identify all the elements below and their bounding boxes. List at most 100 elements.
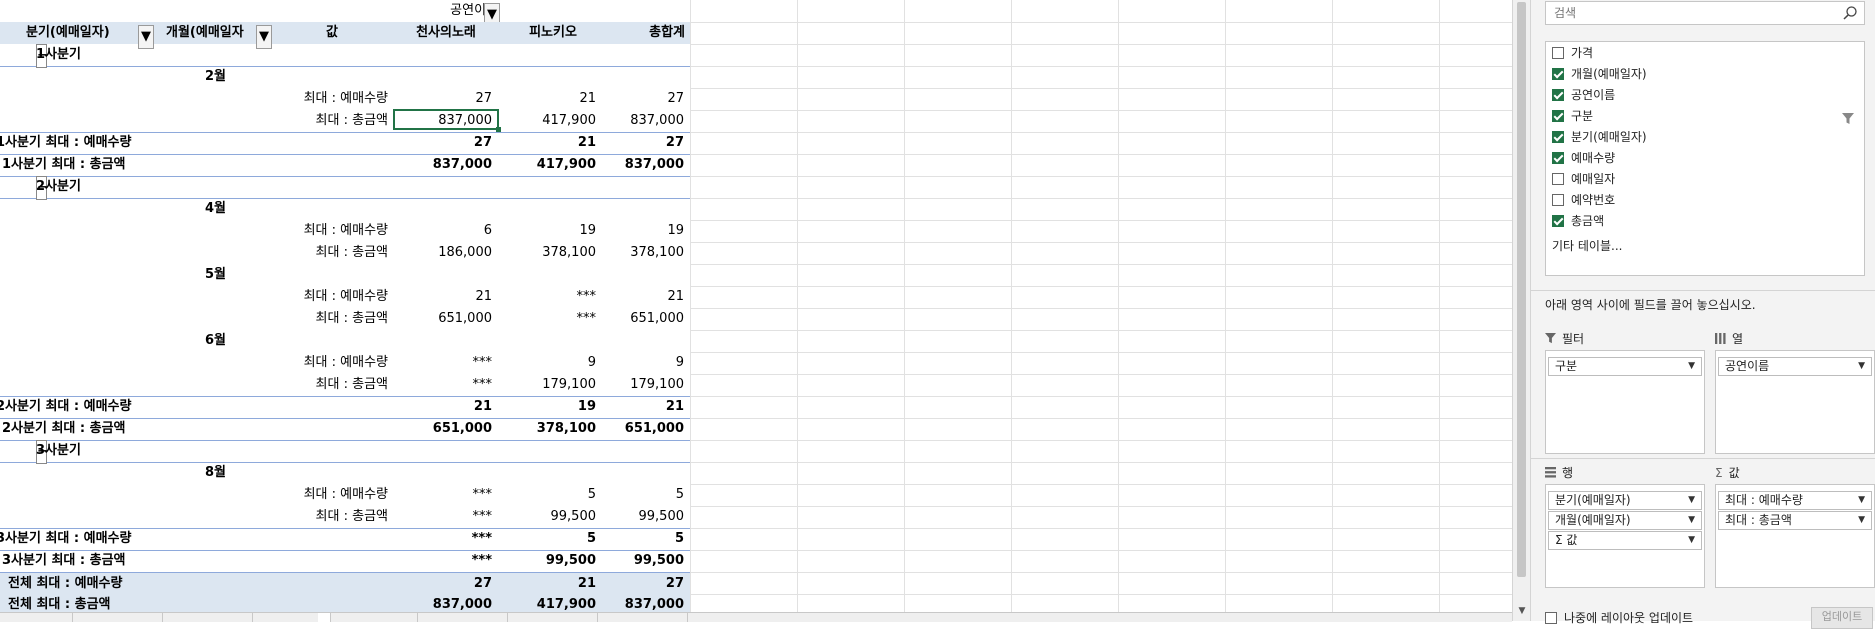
chevron-down-icon[interactable]: ▼: [1858, 492, 1865, 509]
cell-value[interactable]: 5: [502, 528, 596, 550]
month-label[interactable]: 4월: [205, 198, 226, 220]
chevron-down-icon[interactable]: ▼: [1688, 358, 1695, 375]
cell-value[interactable]: 19: [502, 220, 596, 242]
cell-value[interactable]: 27: [590, 132, 684, 154]
defer-layout-update[interactable]: 나중에 레이아웃 업데이트: [1545, 609, 1693, 626]
field-checkbox[interactable]: [1552, 88, 1564, 101]
cell-value[interactable]: 27: [590, 88, 684, 110]
scroll-down-arrow-icon[interactable]: ▼: [1513, 603, 1531, 619]
area-field-pill[interactable]: 분기(예매일자) ▼: [1548, 491, 1702, 510]
cell-value[interactable]: 99,500: [502, 506, 597, 528]
update-button[interactable]: 업데이트: [1811, 607, 1873, 629]
search-icon[interactable]: [1842, 5, 1858, 21]
cell-value[interactable]: 837,000: [398, 154, 492, 176]
chevron-down-icon[interactable]: ▼: [1688, 492, 1695, 509]
cell-value[interactable]: 99,500: [502, 550, 596, 572]
cell-value[interactable]: 9: [590, 352, 684, 374]
columns-area-drop-zone[interactable]: 공연이름 ▼: [1715, 350, 1875, 454]
cell-value[interactable]: 186,000: [398, 242, 492, 264]
chevron-down-icon[interactable]: ▼: [1858, 512, 1865, 529]
field-item[interactable]: 예약번호: [1552, 190, 1615, 210]
cell-value[interactable]: ***: [502, 286, 597, 308]
cell-value[interactable]: 99,500: [590, 506, 685, 528]
cell-value[interactable]: 21: [398, 396, 492, 418]
field-checkbox[interactable]: [1552, 130, 1564, 143]
active-cell-selection[interactable]: [393, 109, 499, 130]
filter-area-drop-zone[interactable]: 구분 ▼: [1545, 350, 1705, 454]
cell-value[interactable]: 21: [502, 88, 596, 110]
rows-area-drop-zone[interactable]: 분기(예매일자) ▼ 개월(예매일자) ▼ Σ 값 ▼: [1545, 484, 1705, 588]
month-label[interactable]: 8월: [205, 462, 226, 484]
cell-value[interactable]: ***: [398, 374, 493, 396]
chevron-down-icon[interactable]: ▼: [1688, 532, 1695, 549]
chevron-down-icon[interactable]: ▼: [1688, 512, 1695, 529]
cell-value[interactable]: 417,900: [502, 110, 596, 132]
field-item[interactable]: 예매일자: [1552, 169, 1615, 189]
month-label[interactable]: 5월: [205, 264, 226, 286]
field-checkbox[interactable]: [1552, 172, 1564, 185]
cell-value[interactable]: 21: [502, 573, 596, 595]
worksheet[interactable]: 공연이름 ▼ 분기(예매일자) ▼ 개월(예매일자 ▼ 값 천사의노래 피노키오…: [0, 0, 1512, 621]
area-field-pill[interactable]: 공연이름 ▼: [1718, 357, 1872, 376]
field-checkbox[interactable]: [1552, 46, 1564, 59]
fill-handle[interactable]: [496, 127, 501, 132]
month-label[interactable]: 2월: [205, 66, 226, 88]
cell-value[interactable]: ***: [398, 528, 492, 550]
defer-update-checkbox[interactable]: [1545, 611, 1557, 624]
cell-value[interactable]: ***: [398, 484, 493, 506]
cell-value[interactable]: 6: [398, 220, 492, 242]
cell-value[interactable]: 21: [590, 286, 684, 308]
area-field-pill[interactable]: 개월(예매일자) ▼: [1548, 511, 1702, 530]
month-label[interactable]: 6월: [205, 330, 226, 352]
values-area-drop-zone[interactable]: 최대 : 예매수량 ▼ 최대 : 총금액 ▼: [1715, 484, 1875, 588]
area-field-pill[interactable]: 최대 : 예매수량 ▼: [1718, 491, 1872, 510]
cell-value[interactable]: 651,000: [398, 308, 492, 330]
cell-value[interactable]: 99,500: [590, 550, 684, 572]
field-checkbox[interactable]: [1552, 214, 1564, 227]
field-checkbox[interactable]: [1552, 67, 1564, 80]
cell-value[interactable]: 19: [590, 220, 684, 242]
area-field-pill[interactable]: Σ 값 ▼: [1548, 531, 1702, 550]
more-tables-link[interactable]: 기타 테이블...: [1552, 237, 1622, 254]
area-field-pill[interactable]: 최대 : 총금액 ▼: [1718, 511, 1872, 530]
cell-value[interactable]: 9: [502, 352, 596, 374]
cell-value[interactable]: ***: [398, 506, 493, 528]
field-item[interactable]: 예매수량: [1552, 148, 1615, 168]
cell-value[interactable]: 19: [502, 396, 596, 418]
cell-value[interactable]: 21: [590, 396, 684, 418]
cell-value[interactable]: 378,100: [590, 242, 684, 264]
area-field-pill[interactable]: 구분 ▼: [1548, 357, 1702, 376]
field-item[interactable]: 총금액: [1552, 211, 1604, 231]
cell-value[interactable]: 837,000: [590, 154, 684, 176]
field-checkbox[interactable]: [1552, 151, 1564, 164]
cell-value[interactable]: 5: [590, 484, 684, 506]
cell-value[interactable]: 21: [398, 286, 492, 308]
cell-value[interactable]: 378,100: [502, 418, 596, 440]
cell-value[interactable]: 837,000: [590, 110, 684, 132]
cell-value[interactable]: 5: [502, 484, 596, 506]
cell-value[interactable]: 27: [398, 88, 492, 110]
field-search-box[interactable]: [1545, 1, 1865, 25]
cell-value[interactable]: 21: [502, 132, 596, 154]
cell-value[interactable]: 417,900: [502, 154, 596, 176]
vertical-scrollbar[interactable]: ▼: [1512, 0, 1531, 621]
scrollbar-thumb[interactable]: [1517, 2, 1526, 577]
cell-value[interactable]: 27: [398, 132, 492, 154]
cell-value[interactable]: 378,100: [502, 242, 596, 264]
field-item[interactable]: 가격: [1552, 43, 1593, 63]
field-item[interactable]: 개월(예매일자): [1552, 64, 1647, 84]
cell-value[interactable]: 5: [590, 528, 684, 550]
cell-value[interactable]: 27: [590, 573, 684, 595]
cell-value[interactable]: 651,000: [590, 308, 684, 330]
cell-value[interactable]: ***: [398, 352, 493, 374]
field-item[interactable]: 공연이름: [1552, 85, 1615, 105]
cell-value[interactable]: 651,000: [590, 418, 684, 440]
cell-value[interactable]: 27: [398, 573, 492, 595]
cell-value[interactable]: 179,100: [502, 374, 596, 396]
cell-value[interactable]: ***: [398, 550, 492, 572]
field-item[interactable]: 분기(예매일자): [1552, 127, 1647, 147]
field-search-input[interactable]: [1552, 2, 1836, 24]
cell-value[interactable]: 651,000: [398, 418, 492, 440]
chevron-down-icon[interactable]: ▼: [1858, 358, 1865, 375]
field-checkbox[interactable]: [1552, 193, 1564, 206]
